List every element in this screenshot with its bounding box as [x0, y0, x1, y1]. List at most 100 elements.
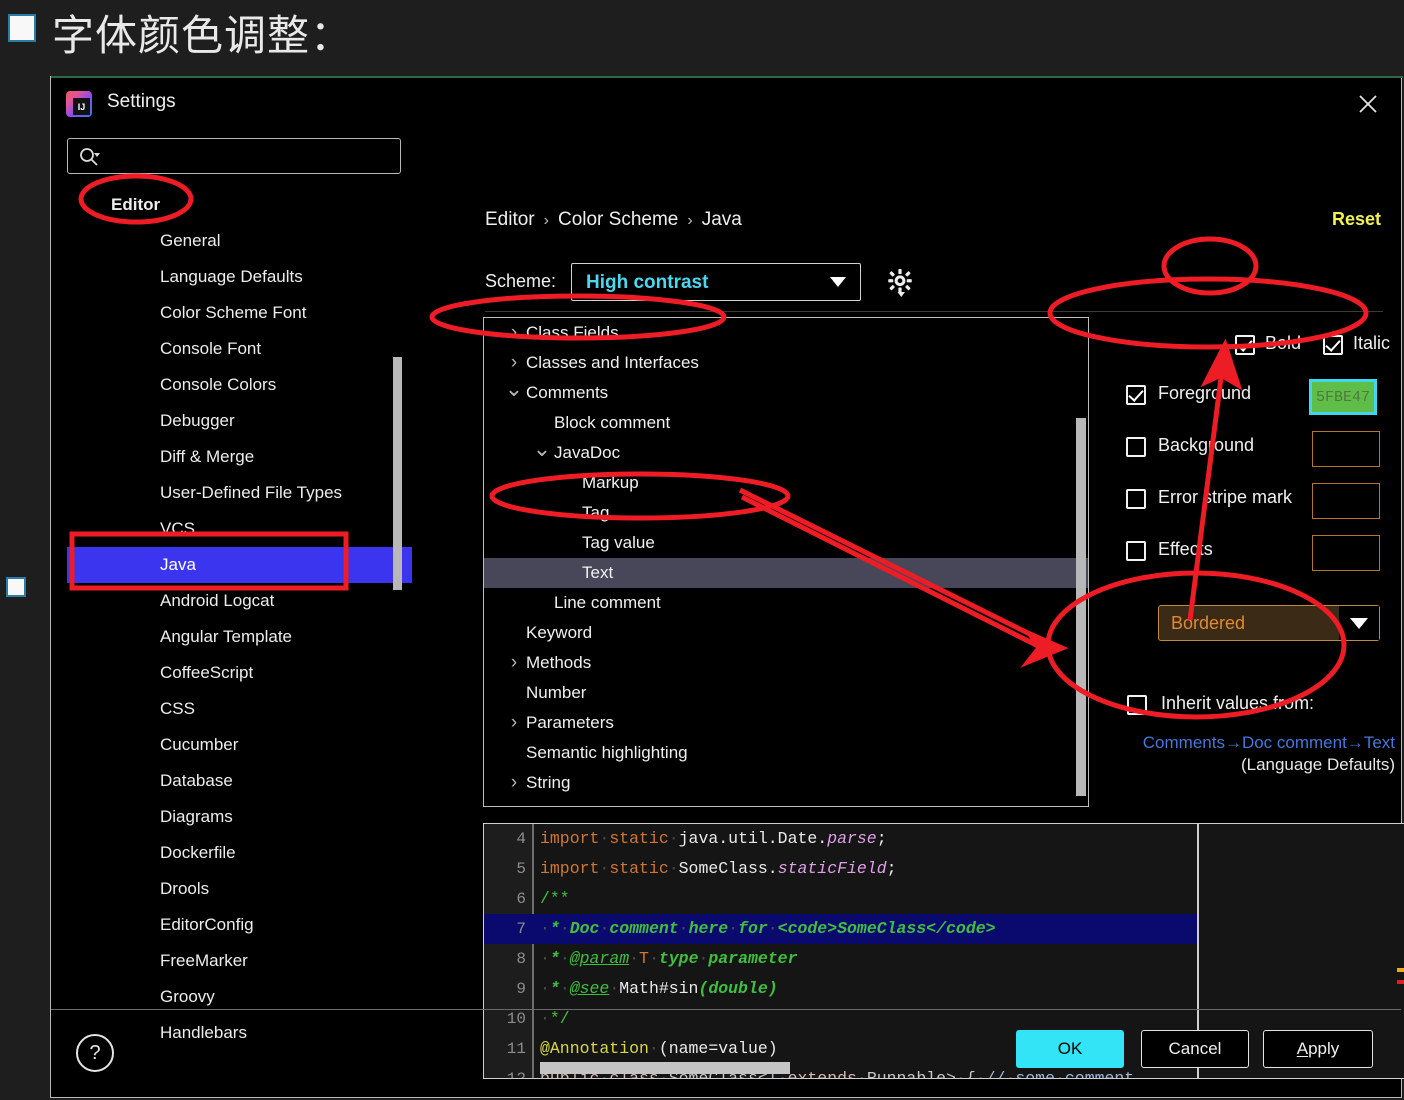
- sidebar-item-java[interactable]: Java: [67, 547, 412, 583]
- line-number: 9: [516, 980, 526, 998]
- chevron-right-icon[interactable]: ›: [496, 348, 532, 378]
- chevron-right-icon[interactable]: ›: [496, 708, 532, 738]
- sidebar-item-language-defaults[interactable]: Language Defaults: [67, 259, 412, 295]
- cancel-button[interactable]: Cancel: [1141, 1030, 1249, 1068]
- line-number: 6: [516, 890, 526, 908]
- search-box[interactable]: [67, 138, 401, 174]
- sidebar-item-vcs[interactable]: VCS: [67, 511, 412, 547]
- sidebar-item-diagrams[interactable]: Diagrams: [67, 799, 412, 835]
- apply-mnemonic: A: [1296, 1039, 1309, 1058]
- sidebar-item-console-font[interactable]: Console Font: [67, 331, 412, 367]
- effects-color-swatch[interactable]: [1312, 535, 1380, 571]
- code-text: /**: [540, 889, 570, 908]
- sidebar-item-general[interactable]: General: [67, 223, 412, 259]
- tree-item-label: Number: [526, 683, 587, 702]
- sidebar-item-diff-merge[interactable]: Diff & Merge: [67, 439, 412, 475]
- sidebar-item-label: VCS: [160, 519, 195, 538]
- effect-type-select[interactable]: Bordered: [1158, 605, 1380, 641]
- sidebar-item-label: Diagrams: [160, 807, 233, 826]
- tree-item-semantic-highlighting[interactable]: Semantic highlighting: [484, 738, 1088, 768]
- apply-button[interactable]: Apply: [1263, 1030, 1373, 1068]
- sidebar-item-color-scheme-font[interactable]: Color Scheme Font: [67, 295, 412, 331]
- tree-item-line-comment[interactable]: Line comment: [484, 588, 1088, 618]
- sidebar-item-cucumber[interactable]: Cucumber: [67, 727, 412, 763]
- bold-checkbox[interactable]: [1235, 335, 1255, 355]
- tree-item-string[interactable]: › String: [484, 768, 1088, 798]
- scheme-selected-value: High contrast: [586, 272, 709, 293]
- tree-list[interactable]: › Class Fields › Classes and Interfaces ⌄ Com…: [484, 318, 1088, 798]
- sidebar-item-angular-template[interactable]: Angular Template: [67, 619, 412, 655]
- background-label: Background: [1158, 435, 1255, 455]
- tree-item-text[interactable]: Text: [484, 558, 1088, 588]
- search-input[interactable]: [108, 139, 396, 173]
- foreground-checkbox[interactable]: [1126, 385, 1146, 405]
- error-stripe-warning[interactable]: [1397, 968, 1404, 972]
- chevron-down-icon: [830, 277, 846, 287]
- tree-item-markup[interactable]: Markup: [484, 468, 1088, 498]
- scheme-select[interactable]: High contrast: [571, 263, 861, 301]
- error-stripe-color-swatch[interactable]: [1312, 483, 1380, 519]
- tree-item-block-comment[interactable]: Block comment: [484, 408, 1088, 438]
- color-settings-tree[interactable]: › Class Fields › Classes and Interfaces ⌄ Com…: [483, 317, 1089, 807]
- chevron-down-icon[interactable]: ⌄: [496, 378, 532, 400]
- code-text: ·*·@see·Math#sin(double): [540, 979, 778, 998]
- inherit-values-checkbox[interactable]: [1127, 695, 1147, 715]
- sidebar-item-editorconfig[interactable]: EditorConfig: [67, 907, 412, 943]
- ok-button[interactable]: OK: [1016, 1030, 1124, 1068]
- sidebar-item-label: General: [160, 231, 221, 250]
- tree-item-label: Class Fields: [526, 323, 619, 342]
- sidebar-item-console-colors[interactable]: Console Colors: [67, 367, 412, 403]
- breadcrumb-item-java[interactable]: Java: [702, 209, 742, 230]
- tree-item-number[interactable]: Number: [484, 678, 1088, 708]
- chevron-right-icon[interactable]: ›: [496, 768, 532, 798]
- sidebar-item-android-logcat[interactable]: Android Logcat: [67, 583, 412, 619]
- sidebar-item-debugger[interactable]: Debugger: [67, 403, 412, 439]
- foreground-color-swatch[interactable]: 5FBE47: [1309, 379, 1377, 415]
- settings-sidebar[interactable]: Editor General Language Defaults Color Sche…: [67, 187, 412, 1067]
- sidebar-item-label: Color Scheme Font: [160, 303, 307, 322]
- error-stripe-error[interactable]: [1397, 980, 1404, 984]
- tree-scrollbar[interactable]: [1076, 418, 1086, 796]
- breadcrumb-item-editor[interactable]: Editor: [485, 209, 535, 230]
- help-icon[interactable]: ?: [76, 1034, 114, 1072]
- tree-item-comments[interactable]: ⌄ Comments: [484, 378, 1088, 408]
- tree-item-label: Line comment: [554, 593, 661, 612]
- sidebar-item-database[interactable]: Database: [67, 763, 412, 799]
- sidebar-item-dockerfile[interactable]: Dockerfile: [67, 835, 412, 871]
- chevron-right-icon[interactable]: ›: [496, 648, 532, 678]
- sidebar-item-user-defined-file-types[interactable]: User-Defined File Types: [67, 475, 412, 511]
- sidebar-item-freemarker[interactable]: FreeMarker: [67, 943, 412, 979]
- breadcrumb-item-color-scheme[interactable]: Color Scheme: [558, 209, 678, 230]
- sidebar-item-label: Java: [160, 555, 196, 574]
- sidebar-item-css[interactable]: CSS: [67, 691, 412, 727]
- inherit-values-link[interactable]: Comments→Doc comment→Text: [1087, 731, 1395, 755]
- tree-item-tag-value[interactable]: Tag value: [484, 528, 1088, 558]
- tree-item-javadoc[interactable]: ⌄ JavaDoc: [484, 438, 1088, 468]
- sidebar-scrollbar[interactable]: [393, 357, 402, 590]
- gear-icon[interactable]: [885, 267, 915, 302]
- sidebar-item-label: Dockerfile: [160, 843, 236, 862]
- tree-item-class-fields[interactable]: › Class Fields: [484, 318, 1088, 348]
- sidebar-item-editor[interactable]: Editor: [67, 187, 412, 223]
- code-line: 5 import·static·SomeClass.staticField;: [484, 854, 1199, 884]
- background-checkbox[interactable]: [1126, 437, 1146, 457]
- tree-item-methods[interactable]: › Methods: [484, 648, 1088, 678]
- close-icon[interactable]: [1353, 89, 1383, 119]
- chevron-right-icon[interactable]: ›: [496, 318, 532, 348]
- tree-item-parameters[interactable]: › Parameters: [484, 708, 1088, 738]
- chevron-down-icon[interactable]: ⌄: [524, 438, 560, 460]
- tree-item-tag[interactable]: Tag: [484, 498, 1088, 528]
- sidebar-item-label: EditorConfig: [160, 915, 254, 934]
- sidebar-item-drools[interactable]: Drools: [67, 871, 412, 907]
- italic-checkbox[interactable]: [1323, 335, 1343, 355]
- tree-item-keyword[interactable]: Keyword: [484, 618, 1088, 648]
- sidebar-item-coffeescript[interactable]: CoffeeScript: [67, 655, 412, 691]
- effects-checkbox[interactable]: [1126, 541, 1146, 561]
- background-color-swatch[interactable]: [1312, 431, 1380, 467]
- tree-item-classes-and-interfaces[interactable]: › Classes and Interfaces: [484, 348, 1088, 378]
- tree-item-label: Classes and Interfaces: [526, 353, 699, 372]
- reset-link[interactable]: Reset: [1332, 209, 1381, 230]
- error-stripe-checkbox[interactable]: [1126, 489, 1146, 509]
- tree-item-label: JavaDoc: [554, 443, 621, 462]
- code-line: 6 /**: [484, 884, 1199, 914]
